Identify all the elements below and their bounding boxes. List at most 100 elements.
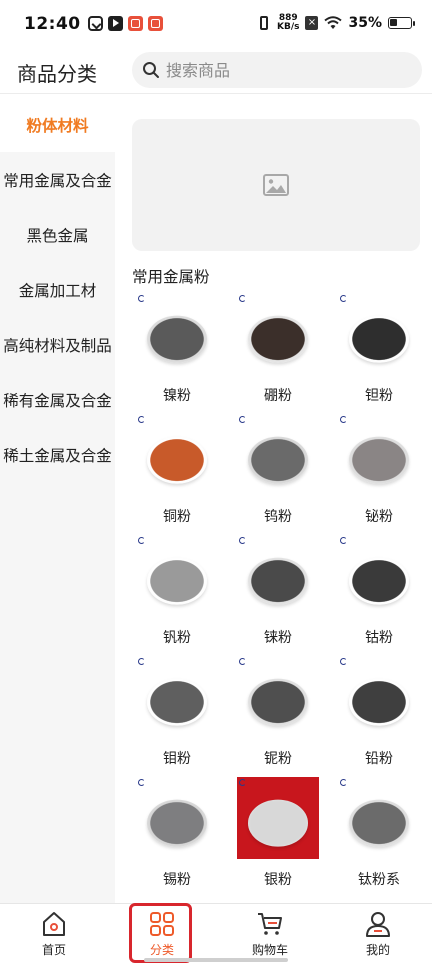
sidebar-item-metal-processing[interactable]: 金属加工材 [0, 262, 115, 317]
sim-off-icon: × [305, 16, 319, 30]
product-image [136, 777, 218, 859]
page-title: 商品分类 [17, 62, 97, 86]
category-highlight-frame [129, 903, 192, 963]
user-icon [366, 912, 390, 937]
home-indicator [144, 958, 288, 962]
powder-sample-icon [349, 678, 409, 726]
sidebar-item-common-metals[interactable]: 常用金属及合金 [0, 152, 115, 207]
product-name: 钒粉 [163, 630, 191, 646]
brand-logo-icon [138, 658, 145, 665]
product-name: 铼粉 [264, 630, 292, 646]
powder-sample-icon [147, 315, 207, 363]
product-item[interactable]: 铋粉 [338, 414, 420, 526]
sidebar-item-label: 稀有金属及合金 [3, 391, 112, 410]
brand-logo-icon [138, 416, 145, 423]
product-item[interactable]: 铜粉 [136, 414, 218, 526]
nav-label: 购物车 [251, 943, 288, 957]
product-item[interactable]: 钼粉 [136, 656, 218, 768]
nav-profile[interactable]: 我的 [324, 904, 432, 964]
product-item[interactable]: 铌粉 [237, 656, 319, 768]
brand-logo-icon [340, 658, 347, 665]
status-time: 12:40 [24, 14, 81, 34]
product-image [338, 656, 420, 738]
powder-sample-icon [147, 436, 207, 484]
search-icon [143, 62, 159, 78]
header: 商品分类 [0, 48, 432, 94]
battery-percent: 35% [348, 15, 382, 31]
brand-logo-icon [239, 537, 246, 544]
product-item[interactable]: 钛粉系 [338, 777, 420, 887]
sidebar-item-label: 常用金属及合金 [3, 171, 112, 190]
product-image [338, 535, 420, 617]
brand-logo-icon [340, 416, 347, 423]
product-item[interactable]: 钴粉 [338, 535, 420, 647]
product-item[interactable]: 钽粉 [338, 293, 420, 405]
network-speed-unit: KB/s [277, 22, 300, 32]
product-image [136, 535, 218, 617]
sidebar-item-label: 稀土金属及合金 [3, 446, 112, 465]
nav-label: 我的 [365, 943, 390, 957]
home-icon [43, 912, 65, 936]
sidebar-item-label: 高纯材料及制品 [3, 336, 112, 355]
product-image [237, 414, 319, 496]
orange-app-icon [148, 16, 163, 31]
powder-sample-icon [147, 678, 207, 726]
product-item[interactable]: 钨粉 [237, 414, 319, 526]
wifi-icon [324, 16, 343, 29]
nav-home[interactable]: 首页 [0, 904, 108, 964]
sidebar-item-label: 黑色金属 [26, 226, 89, 245]
category-content: 常用金属粉 镍粉 硼粉 钽粉铜粉 钨粉 铋粉钒粉 铼粉 钴粉钼粉 铌粉 铅粉锡粉 银粉 钛粉系 [116, 97, 432, 887]
product-name: 钽粉 [365, 388, 393, 404]
powder-sample-icon [248, 678, 308, 726]
brand-logo-icon [239, 416, 246, 423]
product-name: 铋粉 [365, 509, 393, 525]
product-name: 钛粉系 [358, 872, 400, 887]
search-bar[interactable] [132, 52, 422, 88]
powder-sample-icon [349, 315, 409, 363]
category-banner[interactable] [132, 119, 420, 251]
sidebar-item-rare-earth[interactable]: 稀土金属及合金 [0, 427, 115, 482]
product-name: 硼粉 [264, 388, 292, 404]
category-sidebar: 粉体材料 常用金属及合金 黑色金属 金属加工材 高纯材料及制品 稀有金属及合金 … [0, 97, 115, 903]
network-speed: 889 KB/s [277, 14, 299, 32]
product-item[interactable]: 镍粉 [136, 293, 218, 405]
brand-logo-icon [138, 779, 145, 786]
powder-sample-icon [248, 799, 308, 847]
powder-sample-icon [349, 557, 409, 605]
powder-sample-icon [349, 799, 409, 847]
sidebar-item-high-purity[interactable]: 高纯材料及制品 [0, 317, 115, 372]
status-indicators: 889 KB/s × 35% [257, 14, 415, 32]
product-item[interactable]: 铅粉 [338, 656, 420, 768]
powder-sample-icon [248, 557, 308, 605]
product-image [338, 777, 420, 859]
product-image [338, 414, 420, 496]
brand-logo-icon [239, 658, 246, 665]
product-image [136, 293, 218, 375]
product-item[interactable]: 硼粉 [237, 293, 319, 405]
product-item[interactable]: 钒粉 [136, 535, 218, 647]
brand-logo-icon [239, 779, 246, 786]
product-item[interactable]: 锡粉 [136, 777, 218, 887]
sidebar-item-rare-metals[interactable]: 稀有金属及合金 [0, 372, 115, 427]
product-image [237, 777, 319, 859]
product-image [237, 535, 319, 617]
video-app-icon [108, 16, 123, 31]
bottom-nav: 首页 分类 购物车 我的 [0, 903, 432, 964]
product-image [136, 656, 218, 738]
product-image [237, 293, 319, 375]
cart-icon [258, 913, 282, 935]
search-input[interactable] [166, 60, 406, 80]
product-name: 铅粉 [365, 751, 393, 767]
sidebar-item-powder-materials[interactable]: 粉体材料 [0, 97, 115, 152]
sidebar-item-label: 粉体材料 [26, 116, 89, 135]
brand-logo-icon [340, 779, 347, 786]
nav-cart[interactable]: 购物车 [216, 904, 324, 964]
product-name: 钼粉 [163, 751, 191, 767]
powder-sample-icon [248, 436, 308, 484]
status-bar: 12:40 889 KB/s × 35% [0, 0, 432, 48]
section-title: 常用金属粉 [132, 268, 210, 286]
product-item[interactable]: 铼粉 [237, 535, 319, 647]
product-item[interactable]: 银粉 [237, 777, 319, 887]
sidebar-item-ferrous-metals[interactable]: 黑色金属 [0, 207, 115, 262]
product-name: 银粉 [264, 872, 292, 887]
